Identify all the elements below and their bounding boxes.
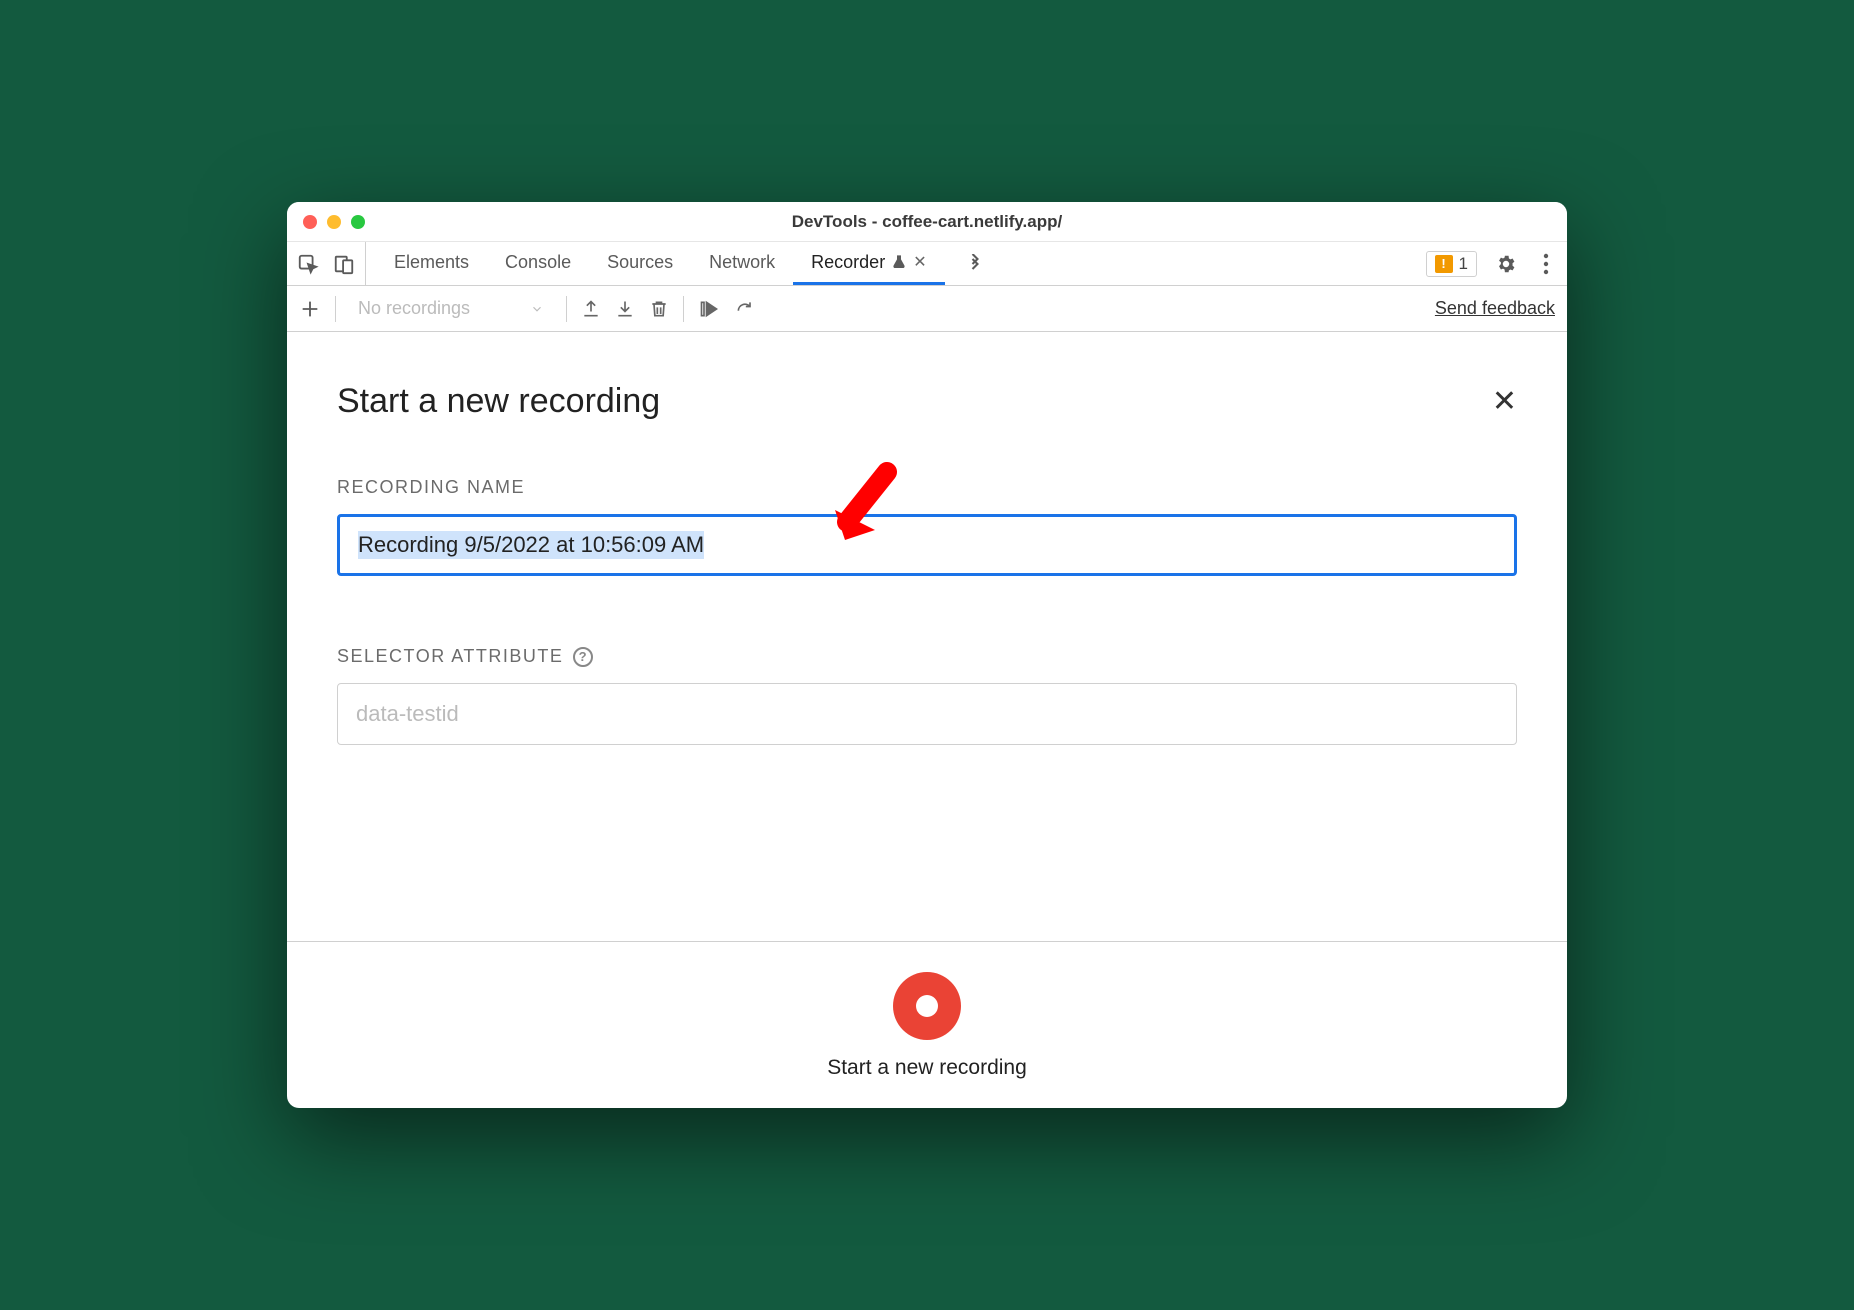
titlebar: DevTools - coffee-cart.netlify.app/ [287, 202, 1567, 242]
selector-attribute-label-text: SELECTOR ATTRIBUTE [337, 646, 563, 667]
devtools-tabs-row: Elements Console Sources Network Recorde… [287, 242, 1567, 286]
window-maximize-button[interactable] [351, 215, 365, 229]
more-options-icon[interactable] [1535, 249, 1557, 279]
tab-label: Recorder [811, 252, 885, 273]
selector-attribute-input[interactable] [337, 683, 1517, 745]
issues-badge[interactable]: ! 1 [1426, 251, 1477, 277]
help-icon[interactable]: ? [573, 647, 593, 667]
add-recording-icon[interactable] [299, 298, 321, 320]
export-icon[interactable] [581, 299, 601, 319]
tab-label: Network [709, 252, 775, 273]
device-toolbar-icon[interactable] [333, 253, 355, 275]
issues-count: 1 [1459, 254, 1468, 274]
delete-icon[interactable] [649, 299, 669, 319]
recording-name-input[interactable]: Recording 9/5/2022 at 10:56:09 AM [337, 514, 1517, 576]
replay-icon[interactable] [698, 299, 720, 319]
window-title: DevTools - coffee-cart.netlify.app/ [287, 212, 1567, 232]
tab-sources[interactable]: Sources [589, 242, 691, 285]
send-feedback-link[interactable]: Send feedback [1435, 298, 1555, 319]
recorder-toolbar: No recordings Send feedback [287, 286, 1567, 332]
recorder-panel: Start a new recording ✕ RECORDING NAME R… [287, 332, 1567, 1108]
devtools-tabs: Elements Console Sources Network Recorde… [376, 242, 945, 285]
import-icon[interactable] [615, 299, 635, 319]
chevron-down-icon [530, 302, 544, 316]
traffic-lights [287, 215, 365, 229]
close-tab-icon[interactable]: ✕ [913, 252, 926, 272]
tab-label: Sources [607, 252, 673, 273]
tab-label: Elements [394, 252, 469, 273]
tab-elements[interactable]: Elements [376, 242, 487, 285]
warning-icon: ! [1435, 255, 1453, 273]
more-tabs-icon[interactable] [955, 254, 995, 274]
recordings-dropdown-label: No recordings [358, 298, 470, 319]
tab-label: Console [505, 252, 571, 273]
start-recording-button[interactable] [893, 972, 961, 1040]
window-close-button[interactable] [303, 215, 317, 229]
selector-attribute-label: SELECTOR ATTRIBUTE ? [337, 646, 1517, 667]
recording-name-label: RECORDING NAME [337, 477, 1517, 498]
tab-network[interactable]: Network [691, 242, 793, 285]
flask-icon [891, 254, 907, 270]
panel-title: Start a new recording [337, 382, 660, 421]
start-recording-label: Start a new recording [827, 1056, 1027, 1080]
settings-icon[interactable] [1487, 249, 1525, 279]
panel-footer: Start a new recording [287, 941, 1567, 1108]
inspect-tools [297, 242, 366, 285]
devtools-window: DevTools - coffee-cart.netlify.app/ Elem… [287, 202, 1567, 1108]
tab-console[interactable]: Console [487, 242, 589, 285]
recordings-dropdown[interactable]: No recordings [350, 298, 552, 319]
tab-recorder[interactable]: Recorder ✕ [793, 242, 944, 285]
inspect-element-icon[interactable] [297, 253, 319, 275]
recording-name-value: Recording 9/5/2022 at 10:56:09 AM [358, 531, 704, 559]
close-panel-icon[interactable]: ✕ [1492, 384, 1517, 419]
record-icon [916, 995, 938, 1017]
window-minimize-button[interactable] [327, 215, 341, 229]
replay-settings-icon[interactable] [734, 299, 756, 319]
